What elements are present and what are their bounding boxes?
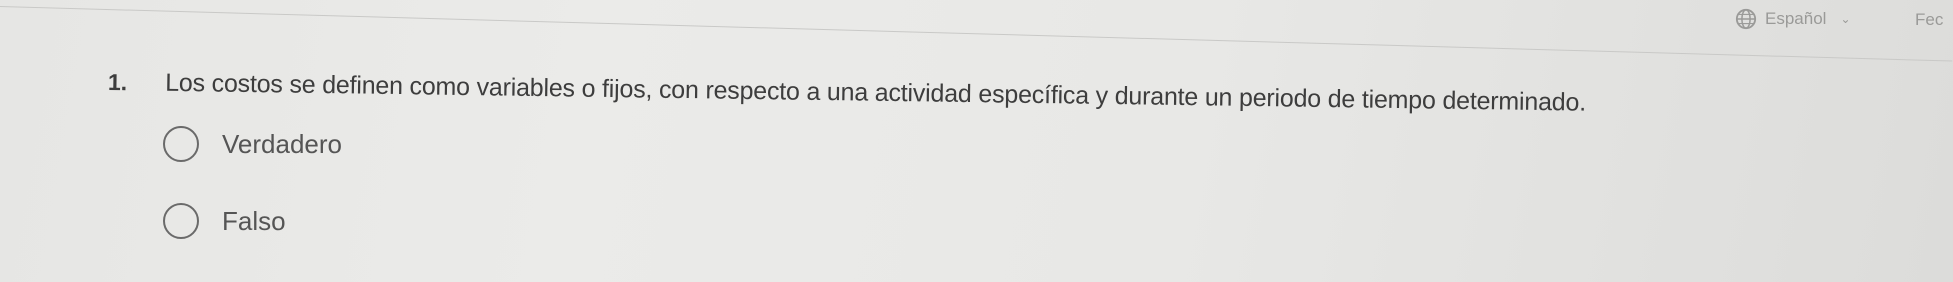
header-right-label[interactable]: Fec xyxy=(1915,10,1943,30)
question-1: 1. Los costos se definen como variables … xyxy=(108,68,1586,118)
language-label: Español xyxy=(1765,9,1827,28)
question-text: Los costos se definen como variables o f… xyxy=(164,68,1587,117)
language-selector[interactable]: Español ⌄ xyxy=(1735,8,1851,30)
radio-button[interactable] xyxy=(163,126,199,162)
chevron-down-icon: ⌄ xyxy=(1840,12,1851,26)
option-verdadero[interactable]: Verdadero xyxy=(163,126,342,162)
option-label: Verdadero xyxy=(222,128,342,159)
question-number: 1. xyxy=(107,69,128,96)
radio-button[interactable] xyxy=(163,203,199,239)
top-divider xyxy=(0,6,1953,62)
option-falso[interactable]: Falso xyxy=(163,203,286,239)
globe-icon xyxy=(1735,8,1757,30)
option-label: Falso xyxy=(222,205,286,236)
